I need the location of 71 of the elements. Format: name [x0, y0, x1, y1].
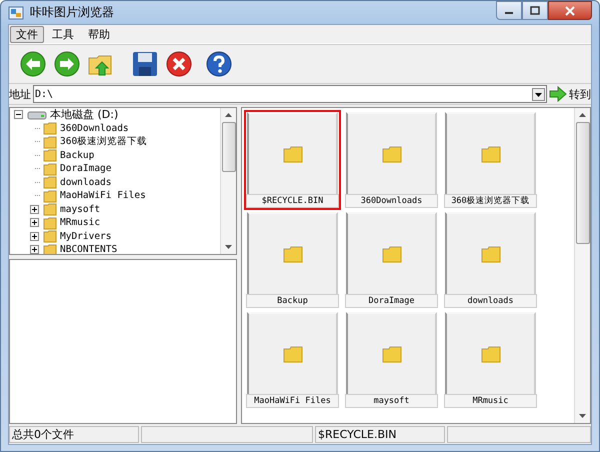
close-button[interactable]	[548, 1, 592, 20]
thumbnail-caption: DoraImage	[345, 294, 438, 308]
folder-icon	[282, 145, 302, 163]
tree-item[interactable]: maysoft	[60, 204, 100, 215]
expand-toggle[interactable]	[30, 204, 39, 214]
delete-icon[interactable]	[165, 50, 193, 78]
thumbnail-tile[interactable]: $RECYCLE.BIN	[244, 110, 341, 210]
folder-icon	[480, 245, 500, 263]
folder-icon	[43, 242, 57, 254]
close-icon	[564, 6, 576, 16]
scroll-up-icon[interactable]	[225, 113, 232, 117]
menu-item[interactable]: 工具	[46, 26, 80, 42]
expand-toggle[interactable]	[30, 245, 39, 254]
tree-item[interactable]: DoraImage	[60, 163, 112, 174]
thumbnail-caption: MRmusic	[444, 394, 537, 408]
help-icon[interactable]	[205, 50, 233, 78]
folder-icon	[43, 175, 57, 190]
picture-app-icon	[8, 4, 24, 20]
tree-item[interactable]: 360极速浏览器下载	[60, 135, 148, 148]
folder-icon	[43, 188, 57, 203]
folder-icon	[43, 148, 57, 162]
address-label: 地址	[9, 86, 31, 102]
status-text: 总共0个文件	[9, 426, 139, 443]
thumbnail-caption: maysoft	[345, 394, 438, 408]
dropdown-icon[interactable]	[532, 88, 545, 100]
tree-item[interactable]: downloads	[60, 176, 112, 188]
thumbnail-caption: 360极速浏览器下载	[444, 194, 537, 208]
folder-icon	[43, 229, 57, 244]
thumbnail-caption: 360Downloads	[345, 194, 438, 208]
scroll-down-icon[interactable]	[579, 414, 586, 418]
thumbnail-caption: Backup	[246, 294, 339, 308]
folder-icon	[480, 345, 500, 363]
maximize-icon	[530, 6, 540, 15]
folder-icon	[382, 145, 402, 163]
tree-item[interactable]: MyDrivers	[60, 230, 112, 242]
tree-item[interactable]: MRmusic	[60, 217, 100, 228]
scroll-down-icon[interactable]	[225, 245, 232, 249]
window-title: 咔咔图片浏览器	[30, 4, 114, 21]
tree-item[interactable]: 360Downloads	[60, 122, 129, 134]
folder-icon	[382, 245, 402, 263]
drive-icon	[27, 110, 47, 120]
thumbnail-caption: downloads	[444, 294, 537, 308]
folder-icon	[282, 345, 302, 363]
scrollbar[interactable]	[574, 108, 590, 423]
address-field[interactable]: D:\	[33, 85, 547, 103]
go-button[interactable]: 转到	[569, 86, 591, 102]
menu-item[interactable]: 文件	[10, 26, 44, 42]
folder-icon	[382, 345, 402, 363]
folder-icon	[43, 134, 57, 149]
expand-toggle[interactable]	[30, 218, 39, 228]
tree-item[interactable]: 本地磁盘 (D:)	[50, 108, 118, 122]
collapse-toggle[interactable]	[14, 110, 24, 120]
folder-icon	[282, 245, 302, 263]
menu-item[interactable]: 帮助	[82, 26, 116, 42]
tree-item[interactable]: Backup	[60, 150, 94, 161]
folder-icon	[43, 216, 57, 230]
scrollbar[interactable]	[220, 108, 236, 254]
folder-icon	[43, 202, 57, 216]
tree-item[interactable]: MaoHaWiFi Files	[60, 190, 146, 202]
thumbnail-caption: MaoHaWiFi Files	[246, 394, 339, 408]
go-arrow-icon[interactable]	[549, 86, 567, 102]
scroll-up-icon[interactable]	[579, 113, 586, 117]
minimize-button[interactable]	[496, 1, 522, 20]
expand-toggle[interactable]	[30, 232, 39, 241]
thumbnail-caption: $RECYCLE.BIN	[246, 194, 339, 208]
folder-icon	[480, 145, 500, 163]
maximize-button[interactable]	[522, 1, 548, 20]
folder-icon	[43, 121, 57, 136]
status-text: $RECYCLE.BIN	[315, 426, 445, 443]
tree-item[interactable]: NBCONTENTS	[60, 244, 118, 254]
folder-icon	[43, 162, 57, 176]
